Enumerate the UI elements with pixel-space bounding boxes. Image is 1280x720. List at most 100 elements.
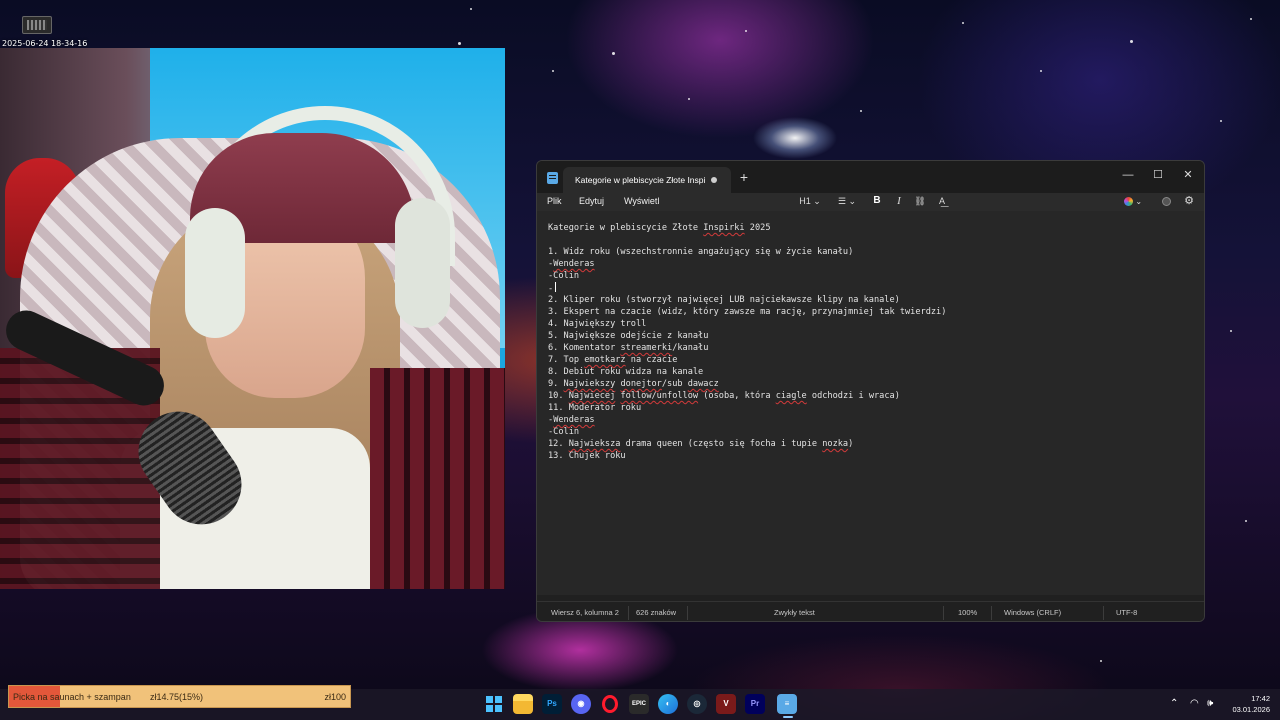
misspelled-word: Inspirki (703, 223, 745, 233)
donation-goal-name: Picka na saunach + szampan (13, 692, 131, 702)
misspelled-word: Wenderas (553, 259, 595, 269)
misspelled-word: ciagle (775, 391, 807, 401)
document-line[interactable]: 10. Najwiecej follow/unfollow (osoba, kt… (548, 390, 900, 402)
line-text: 8. Debiut roku widza na kanale (548, 367, 704, 377)
line-text: ) (848, 439, 854, 449)
document-line[interactable]: -Colin (548, 426, 579, 438)
start-icon[interactable] (484, 694, 504, 714)
status-encoding[interactable]: UTF-8 (1116, 607, 1137, 619)
clock-date: 03.01.2026 (1232, 705, 1270, 714)
epic-games-icon[interactable]: EPIC (629, 694, 649, 714)
status-zoom[interactable]: 100% (958, 607, 977, 619)
document-line[interactable]: 5. Największe odejście z kanału (548, 330, 708, 342)
unsaved-dot-icon[interactable] (711, 177, 717, 183)
tray-chevron-icon[interactable]: ⌃ (1170, 698, 1178, 710)
webcam-feed (0, 48, 505, 589)
clear-formatting-icon[interactable]: A͟ (935, 194, 949, 208)
menu-file[interactable]: Plik (547, 194, 562, 208)
document-line[interactable]: - (548, 282, 557, 294)
copilot-button[interactable]: ⌄ (1121, 194, 1145, 208)
status-divider (687, 606, 688, 620)
maximize-button[interactable]: ☐ (1143, 164, 1173, 186)
document-line[interactable]: 8. Debiut roku widza na kanale (548, 366, 703, 378)
notepad-window[interactable]: Kategorie w plebiscycie Złote Inspi + — … (536, 160, 1205, 622)
line-text: drama queen (często się focha i tupie (620, 439, 823, 449)
vegas-icon[interactable]: V (716, 694, 736, 714)
line-text: odchodzi i wraca) (806, 391, 900, 401)
document-line[interactable]: 12. Najwieksza drama queen (często się f… (548, 438, 853, 450)
file-explorer-icon[interactable] (513, 694, 533, 714)
document-line[interactable]: 3. Ekspert na czacie (widz, który zawsze… (548, 306, 946, 318)
line-text: Kategorie w plebiscycie Złote (548, 223, 704, 233)
steam-icon[interactable]: ◎ (687, 694, 707, 714)
minimize-button[interactable]: — (1113, 164, 1143, 186)
line-text: (osoba, która (698, 391, 776, 401)
donation-goal-target: zł100 (324, 692, 346, 702)
line-text: 12. (548, 439, 569, 449)
wifi-icon[interactable]: ◠ (1190, 698, 1199, 710)
webcam-headphone-left (185, 208, 245, 338)
edge-icon[interactable]: ◐ (658, 694, 678, 714)
document-line[interactable]: -Wenderas (548, 258, 595, 270)
premiere-icon[interactable]: Pr (745, 694, 765, 714)
misspelled-word: Wenderas (553, 415, 595, 425)
opera-icon[interactable] (600, 694, 620, 714)
line-text: 2025 (744, 223, 771, 233)
text-editor[interactable]: Kategorie w plebiscycie Złote Inspirki 2… (537, 211, 1204, 595)
document-line[interactable]: 4. Największy troll (548, 318, 646, 330)
webcam-flannel-right (370, 368, 505, 589)
document-line[interactable]: 6. Komentator streamerki/kanału (548, 342, 708, 354)
close-button[interactable]: ✕ (1173, 164, 1203, 186)
menu-edit[interactable]: Edytuj (579, 194, 604, 208)
new-tab-button[interactable]: + (737, 169, 751, 185)
line-text: na czacie (625, 355, 678, 365)
document-line[interactable]: -Colin (548, 270, 579, 282)
heading-dropdown[interactable]: H1 ⌄ (797, 194, 823, 208)
opera-ring-icon (602, 695, 618, 713)
misspelled-word: dawacz (687, 379, 719, 389)
list-dropdown-icon[interactable]: ☰ ⌄ (835, 194, 859, 208)
donation-goal-amount: zł14.75(15%) (150, 692, 204, 702)
italic-button[interactable]: I (893, 194, 905, 208)
active-app-indicator (783, 716, 793, 718)
tab-document[interactable]: Kategorie w plebiscycie Złote Inspi (563, 167, 731, 193)
discord-icon[interactable]: ◉ (571, 694, 591, 714)
document-line[interactable]: 2. Kliper roku (stworzył najwięcej LUB n… (548, 294, 900, 306)
line-text: 7. Top (548, 355, 585, 365)
document-line[interactable]: 13. Chujek roku (548, 450, 626, 462)
misspelled-word: Najwiekszy (563, 379, 616, 389)
status-line-endings[interactable]: Windows (CRLF) (1004, 607, 1061, 619)
misspelled-word: streamerki (620, 343, 673, 353)
volume-icon[interactable]: 🕪 (1207, 698, 1213, 710)
line-text: 2. Kliper roku (stworzył najwięcej LUB n… (548, 295, 900, 305)
title-bar[interactable]: Kategorie w plebiscycie Złote Inspi + — … (537, 161, 1204, 193)
status-divider (628, 606, 629, 620)
system-clock[interactable]: 17:42 03.01.2026 (1232, 693, 1270, 715)
clock-time: 17:42 (1251, 694, 1270, 703)
document-line[interactable]: 1. Widz roku (wszechstronnie angażujący … (548, 246, 853, 258)
link-icon[interactable]: ⛓ (913, 194, 927, 208)
menu-view[interactable]: Wyświetl (624, 194, 659, 208)
line-text: 9. (548, 379, 564, 389)
bold-button[interactable]: B (871, 194, 883, 208)
line-text: 11. Moderator roku (548, 403, 642, 413)
line-text: - (548, 284, 554, 294)
recording-timestamp: 2025-06-24 18-34-16 (2, 39, 88, 48)
line-text: /sub (661, 379, 688, 389)
account-button[interactable] (1159, 194, 1173, 208)
tab-title: Kategorie w plebiscycie Złote Inspi (575, 175, 706, 185)
line-text: -Colin (548, 427, 580, 437)
settings-icon[interactable]: ⚙ (1182, 194, 1196, 208)
document-line[interactable]: Kategorie w plebiscycie Złote Inspirki 2… (548, 222, 771, 234)
status-format[interactable]: Zwykły tekst (774, 607, 815, 619)
misspelled-word: Najwiecej (568, 391, 616, 401)
notepad-app-icon (547, 172, 558, 184)
photoshop-icon[interactable]: Ps (542, 694, 562, 714)
line-text: -Colin (548, 271, 580, 281)
document-line[interactable]: -Wenderas (548, 414, 595, 426)
document-line[interactable]: 7. Top emotkarz na czacie (548, 354, 677, 366)
document-line[interactable]: 11. Moderator roku (548, 402, 641, 414)
notepad-icon[interactable]: ≡ (777, 694, 797, 714)
webcam-headphone-right (395, 198, 450, 328)
document-line[interactable]: 9. Najwiekszy donejtor/sub dawacz (548, 378, 719, 390)
